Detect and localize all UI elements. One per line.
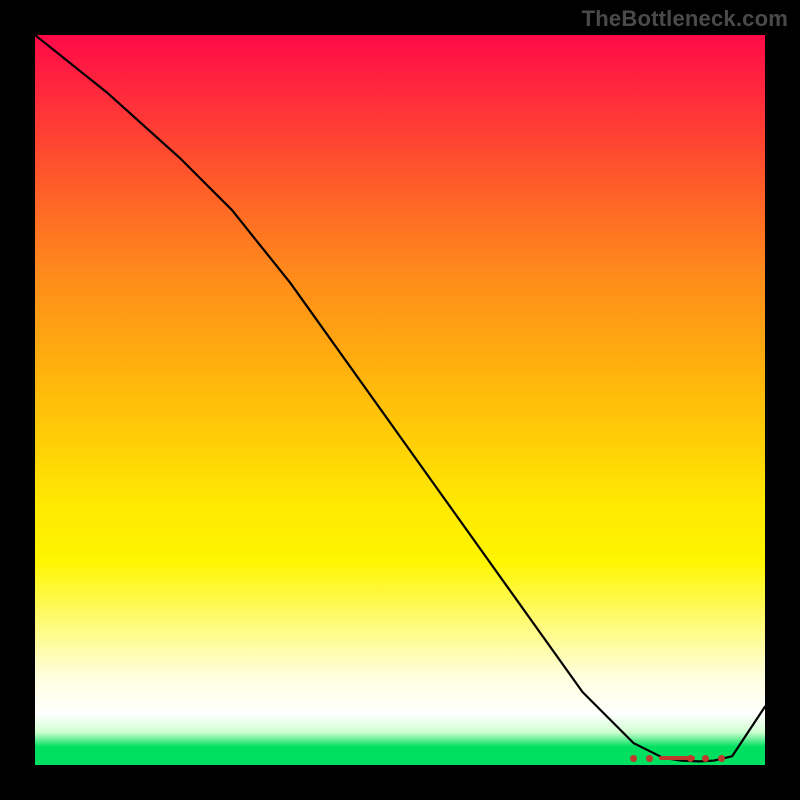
- line-curve: [35, 35, 765, 765]
- plot-area: [35, 35, 765, 765]
- chart-frame: TheBottleneck.com: [0, 0, 800, 800]
- watermark-text: TheBottleneck.com: [582, 6, 788, 32]
